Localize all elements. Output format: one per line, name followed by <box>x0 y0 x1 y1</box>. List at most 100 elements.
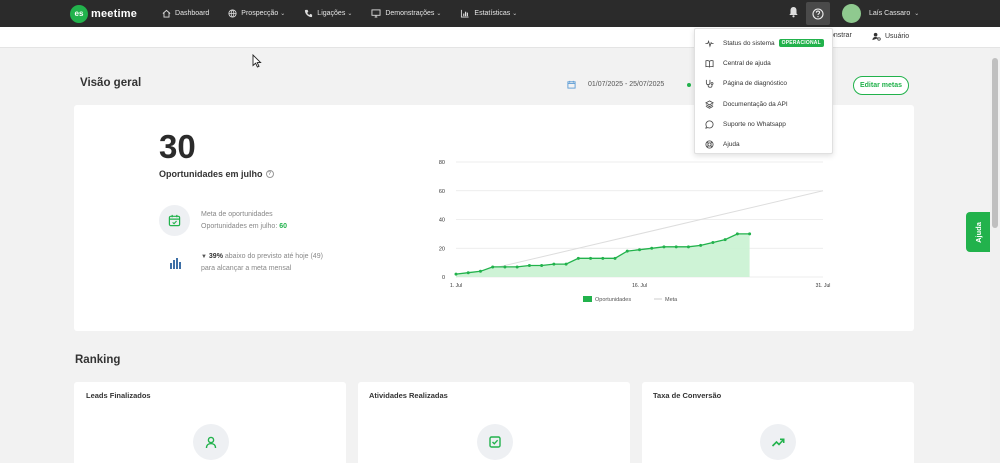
nav-ligacoes[interactable]: Ligações ⌄ <box>304 9 352 18</box>
nav-estatisticas[interactable]: Estatísticas ⌄ <box>460 9 517 18</box>
opportunities-chart: 0 20 40 60 80 1. Jul 16. Jul 31. Jul Oportunidad… <box>439 160 831 303</box>
menu-item-diagnostico[interactable]: Página de diagnóstico <box>695 74 832 94</box>
user-gear-icon <box>872 32 881 41</box>
nav-dashboard[interactable]: Dashboard <box>162 9 209 18</box>
goal-line-2-prefix: Oportunidades em julho: <box>201 223 280 230</box>
notifications-button[interactable] <box>788 6 799 20</box>
book-icon <box>705 60 714 68</box>
y-tick-label: 20 <box>439 246 445 252</box>
ranking-card-conversao-badge <box>760 424 796 460</box>
menu-item-central-ajuda-label: Central de ajuda <box>723 59 771 67</box>
checkbox-icon <box>489 436 501 448</box>
main-nav: Dashboard Prospecção ⌄ Ligações ⌄ Demonstr… <box>162 9 536 18</box>
ranking-card-conversao-title: Taxa de Conversão <box>653 391 722 400</box>
data-point <box>638 248 641 252</box>
data-point <box>674 245 678 249</box>
nav-ligacoes-label: Ligações <box>317 10 346 17</box>
status-badge: OPERACIONAL <box>778 39 824 48</box>
x-tick-label: 1. Jul <box>450 283 462 289</box>
legend-label-oportunidades: Oportunidades <box>595 297 631 303</box>
bar-chart-icon <box>169 257 181 269</box>
ranking-title: Ranking <box>75 354 121 366</box>
opportunities-count: 30 <box>159 128 196 165</box>
date-range-picker[interactable]: 01/07/2025 - 25/07/2025 <box>567 80 664 89</box>
goal-value: 60 <box>279 223 288 230</box>
legend-swatch-oportunidades <box>583 296 592 302</box>
layers-icon <box>705 99 714 109</box>
menu-item-whatsapp-label: Suporte no Whatsapp <box>723 120 786 128</box>
opportunities-label-text: Oportunidades em julho <box>159 169 263 179</box>
y-tick-label: 40 <box>439 218 445 224</box>
goal-text: Meta de oportunidades Oportunidades em j… <box>201 209 287 233</box>
menu-item-diagnostico-label: Página de diagnóstico <box>723 80 787 88</box>
goal-line-2: Oportunidades em julho: 60 <box>201 221 287 233</box>
data-point <box>552 262 556 266</box>
menu-item-status-label: Status do sistema <box>723 39 775 47</box>
pulse-icon <box>705 39 714 48</box>
sub-toolbar: onstrar Usuário <box>0 27 1000 48</box>
phone-icon <box>305 9 313 18</box>
usuario-label: Usuário <box>885 33 910 40</box>
legend-label-meta: Meta <box>665 297 678 303</box>
goal-line-1: Meta de oportunidades <box>201 211 273 218</box>
demonstrar-button[interactable]: onstrar <box>830 32 852 39</box>
page-scrollbar[interactable] <box>990 48 1000 463</box>
home-icon <box>162 9 171 18</box>
data-point <box>564 262 568 266</box>
data-point <box>491 265 495 269</box>
data-point <box>540 264 544 267</box>
data-point <box>527 264 531 267</box>
ranking-card-leads-title: Leads Finalizados <box>86 391 151 400</box>
data-point <box>503 265 507 269</box>
whatsapp-icon <box>705 120 714 129</box>
data-point <box>466 271 470 275</box>
ranking-card-leads-badge <box>193 424 229 460</box>
stethoscope-icon <box>705 80 714 88</box>
user-menu[interactable]: Laís Cassaro ⌄ <box>842 4 919 23</box>
menu-item-whatsapp[interactable]: Suporte no Whatsapp <box>695 114 832 134</box>
menu-item-api-docs[interactable]: Documentação da API <box>695 94 832 114</box>
nav-estatisticas-label: Estatísticas <box>474 10 511 17</box>
menu-item-central-ajuda[interactable]: Central de ajuda <box>695 53 832 73</box>
bar-chart-icon <box>461 9 470 18</box>
data-point <box>735 232 739 236</box>
ranking-card-atividades-title: Atividades Realizadas <box>369 391 448 400</box>
globe-icon <box>228 9 237 18</box>
nav-demonstracoes[interactable]: Demonstrações ⌄ <box>371 9 441 18</box>
forecast-text: ▼ 39% abaixo do previsto até hoje (49) p… <box>201 251 323 275</box>
info-icon[interactable]: ? <box>265 170 274 178</box>
help-dropdown-menu: Status do sistema OPERACIONAL Central de… <box>694 28 833 154</box>
question-circle-icon <box>812 7 824 20</box>
usuario-button[interactable]: Usuário <box>872 32 909 41</box>
ajuda-side-tab[interactable]: Ajuda <box>966 212 990 252</box>
forecast-line-1: ▼ 39% abaixo do previsto até hoje (49) <box>201 251 323 263</box>
calendar-icon <box>567 80 576 89</box>
data-point <box>662 245 666 249</box>
scroll-thumb[interactable] <box>992 58 998 228</box>
chevron-down-icon: ⌄ <box>914 11 920 17</box>
edit-goals-button[interactable]: Editar metas <box>853 76 909 95</box>
ranking-card-atividades-badge <box>477 424 513 460</box>
calendar-check-icon <box>168 214 181 227</box>
chevron-down-icon: ⌄ <box>280 11 286 17</box>
chevron-down-icon: ⌄ <box>512 11 518 17</box>
ajuda-side-tab-label: Ajuda <box>973 221 983 243</box>
overview-title: Visão geral <box>80 77 142 89</box>
menu-item-ajuda[interactable]: Ajuda <box>695 134 832 154</box>
trend-up-icon <box>771 438 785 447</box>
data-point <box>478 269 482 273</box>
menu-item-status[interactable]: Status do sistema OPERACIONAL <box>695 33 832 53</box>
bell-icon <box>789 7 798 18</box>
data-point <box>625 249 629 253</box>
data-point <box>601 256 605 260</box>
forecast-percent: 39% <box>208 253 223 260</box>
logo[interactable]: es meetime <box>70 4 137 23</box>
avatar <box>842 4 861 23</box>
nav-prospeccao[interactable]: Prospecção ⌄ <box>228 9 285 18</box>
data-point <box>454 272 458 276</box>
monitor-icon <box>371 9 381 18</box>
help-button[interactable] <box>806 2 830 25</box>
nav-demonstracoes-label: Demonstrações <box>385 10 435 17</box>
y-tick-label: 60 <box>439 189 445 195</box>
x-tick-label: 31. Jul <box>816 283 831 289</box>
